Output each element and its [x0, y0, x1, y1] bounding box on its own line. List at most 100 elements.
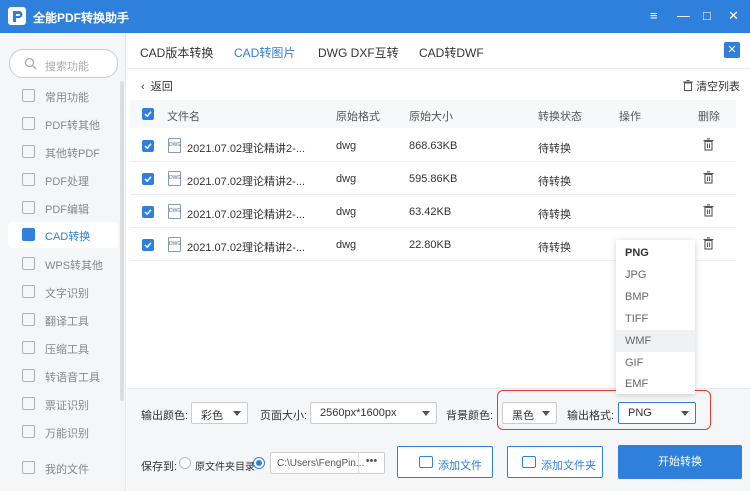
- file-format: dwg: [336, 239, 357, 251]
- sidebar-item-my-files[interactable]: 我的文件: [8, 455, 118, 481]
- minimize-icon[interactable]: —: [677, 9, 690, 22]
- format-option-png[interactable]: PNG: [616, 242, 695, 264]
- folder-icon: [522, 456, 536, 468]
- file-size: 22.80KB: [409, 239, 452, 251]
- select-all-checkbox[interactable]: [142, 108, 154, 120]
- folder-icon: [22, 461, 35, 474]
- chevron-down-icon: [422, 411, 430, 416]
- sidebar-item-compress[interactable]: 压缩工具: [8, 335, 118, 361]
- sidebar-item-scan[interactable]: 万能识别: [8, 419, 118, 445]
- sidebar-item-pdf-edit[interactable]: PDF编辑: [8, 195, 118, 221]
- ticket-icon: [22, 397, 35, 410]
- highlight-box: [497, 390, 711, 430]
- format-option-bmp[interactable]: BMP: [616, 286, 695, 308]
- output-color-label: 输出颜色:: [141, 410, 189, 422]
- row-checkbox[interactable]: [142, 206, 154, 218]
- sidebar-item-label: PDF转其他: [45, 120, 100, 132]
- wps-icon: [22, 257, 35, 270]
- pdf-process-icon: [22, 173, 35, 186]
- sidebar-item-voice[interactable]: 转语音工具: [8, 363, 118, 389]
- custom-path-radio[interactable]: [253, 457, 265, 469]
- sidebar-scrollbar[interactable]: [120, 81, 124, 401]
- format-option-gif[interactable]: GIF: [616, 352, 695, 374]
- close-icon[interactable]: ✕: [728, 9, 739, 22]
- sidebar-item-label: PDF编辑: [45, 204, 89, 216]
- col-filename: 文件名: [167, 111, 200, 123]
- delete-icon[interactable]: [703, 204, 714, 217]
- col-status: 转换状态: [538, 111, 582, 123]
- sidebar-item-ticket[interactable]: 票证识别: [8, 391, 118, 417]
- sidebar: 搜索功能 常用功能 PDF转其他 其他转PDF PDF处理 PDF编辑 CAD转…: [0, 33, 126, 491]
- sidebar-item-label: 翻译工具: [45, 316, 89, 328]
- format-option-emf[interactable]: EMF: [616, 373, 695, 395]
- save-to-label: 保存到:: [141, 461, 178, 473]
- delete-icon[interactable]: [703, 171, 714, 184]
- clear-list-button[interactable]: 清空列表: [683, 78, 740, 94]
- output-color-select[interactable]: 彩色: [191, 402, 248, 424]
- sidebar-item-label: 文字识别: [45, 288, 89, 300]
- save-path-value: C:\Users\FengPin...: [277, 458, 365, 469]
- tab-bar: CAD版本转换 CAD转图片 DWG DXF互转 CAD转DWF: [127, 33, 750, 69]
- trash-icon: [683, 80, 693, 91]
- source-folder-radio[interactable]: [179, 457, 191, 469]
- sidebar-item-label: WPS转其他: [45, 260, 104, 272]
- file-name: 2021.07.02理论精讲2-...: [187, 209, 306, 221]
- sidebar-item-label: 我的文件: [45, 464, 89, 476]
- app-title: 全能PDF转换助手: [33, 11, 130, 25]
- table-row: DWG 2021.07.02理论精讲2-... dwg 868.63KB 待转换: [130, 129, 736, 162]
- app-logo-icon: [8, 7, 26, 25]
- source-folder-label: 原文件夹目录: [195, 462, 255, 473]
- sidebar-item-label: 常用功能: [45, 92, 89, 104]
- col-delete: 删除: [698, 111, 720, 123]
- close-panel-icon[interactable]: ✕: [724, 42, 740, 58]
- scan-icon: [22, 425, 35, 438]
- tab-dwg-dxf[interactable]: DWG DXF互转: [318, 44, 399, 61]
- file-status: 待转换: [538, 176, 571, 188]
- file-name: 2021.07.02理论精讲2-...: [187, 143, 306, 155]
- menu-icon[interactable]: ≡: [650, 9, 658, 22]
- sidebar-item-ocr[interactable]: 文字识别: [8, 279, 118, 305]
- back-label: 返回: [150, 81, 173, 93]
- sidebar-item-common[interactable]: 常用功能: [8, 83, 118, 109]
- search-input[interactable]: 搜索功能: [9, 49, 118, 78]
- sidebar-item-cad[interactable]: CAD转换: [8, 222, 118, 248]
- row-checkbox[interactable]: [142, 173, 154, 185]
- tab-cad-to-image[interactable]: CAD转图片: [234, 44, 295, 61]
- tab-cad-version[interactable]: CAD版本转换: [140, 44, 213, 61]
- format-option-tiff[interactable]: TIFF: [616, 308, 695, 330]
- save-path-field[interactable]: C:\Users\FengPin... •••: [270, 452, 385, 474]
- row-checkbox[interactable]: [142, 239, 154, 251]
- add-file-button[interactable]: 添加文件: [397, 446, 493, 478]
- maximize-icon[interactable]: □: [703, 9, 711, 22]
- delete-icon[interactable]: [703, 138, 714, 151]
- file-name: 2021.07.02理论精讲2-...: [187, 242, 306, 254]
- format-option-wmf[interactable]: WMF: [616, 330, 695, 352]
- table-row: DWG 2021.07.02理论精讲2-... dwg 63.42KB 待转换: [130, 195, 736, 228]
- output-color-value: 彩色: [201, 410, 223, 422]
- add-folder-label: 添加文件夹: [541, 460, 596, 472]
- start-convert-button[interactable]: 开始转换: [618, 445, 742, 479]
- sidebar-item-translate[interactable]: 翻译工具: [8, 307, 118, 333]
- tab-cad-to-dwf[interactable]: CAD转DWF: [419, 44, 484, 61]
- title-bar: 全能PDF转换助手 ≡ — □ ✕: [0, 0, 750, 33]
- add-folder-button[interactable]: 添加文件夹: [507, 446, 603, 478]
- browse-button[interactable]: •••: [358, 453, 384, 473]
- col-size: 原始大小: [409, 111, 453, 123]
- delete-icon[interactable]: [703, 237, 714, 250]
- sidebar-item-pdf-to-other[interactable]: PDF转其他: [8, 111, 118, 137]
- sidebar-item-other-to-pdf[interactable]: 其他转PDF: [8, 139, 118, 165]
- sidebar-item-pdf-process[interactable]: PDF处理: [8, 167, 118, 193]
- sidebar-item-label: CAD转换: [45, 231, 91, 243]
- back-button[interactable]: ‹ 返回: [141, 78, 173, 94]
- sidebar-item-wps[interactable]: WPS转其他: [8, 251, 118, 277]
- format-option-jpg[interactable]: JPG: [616, 264, 695, 286]
- pdf-edit-icon: [22, 201, 35, 214]
- sidebar-item-label: PDF处理: [45, 176, 89, 188]
- col-format: 原始格式: [336, 111, 380, 123]
- page-size-select[interactable]: 2560px*1600px: [310, 402, 437, 424]
- row-checkbox[interactable]: [142, 140, 154, 152]
- file-status: 待转换: [538, 242, 571, 254]
- table-row: DWG 2021.07.02理论精讲2-... dwg 595.86KB 待转换: [130, 162, 736, 195]
- page-size-value: 2560px*1600px: [320, 407, 397, 419]
- sidebar-item-label: 万能识别: [45, 428, 89, 440]
